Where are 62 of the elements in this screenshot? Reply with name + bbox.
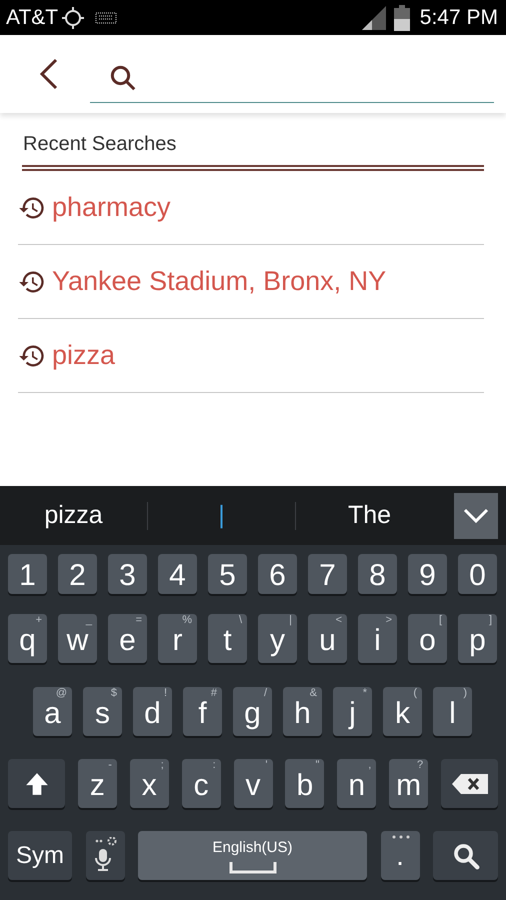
more-dots-icon: [390, 835, 410, 839]
space-key[interactable]: English(US): [138, 831, 367, 880]
keyboard-key[interactable]: | y: [258, 614, 297, 663]
keyboard-key[interactable]: \ t: [208, 614, 247, 663]
keyboard-key[interactable]: < u: [308, 614, 347, 663]
space-bar-icon: [228, 862, 276, 874]
keyboard-key[interactable]: ] p: [458, 614, 497, 663]
keyboard-key[interactable]: # f: [183, 687, 222, 736]
up-arrow-icon: [24, 770, 50, 796]
keyboard-key[interactable]: + q: [8, 614, 47, 663]
search-key[interactable]: [433, 831, 498, 880]
keyboard-key[interactable]: 1: [8, 554, 47, 594]
keyboard-key[interactable]: > i: [358, 614, 397, 663]
keyboard-key[interactable]: ; x: [130, 759, 169, 808]
keyboard-key[interactable]: [ o: [408, 614, 447, 663]
keyboard-key[interactable]: @ a: [33, 687, 72, 736]
keyboard-key[interactable]: 7: [308, 554, 347, 594]
keyboard-key[interactable]: - z: [78, 759, 117, 808]
section-title: Recent Searches: [22, 132, 178, 157]
keyboard-key[interactable]: " b: [285, 759, 324, 808]
keyboard-key[interactable]: 4: [158, 554, 197, 594]
keyboard-key[interactable]: ! d: [133, 687, 172, 736]
mic-key[interactable]: [86, 831, 124, 880]
backspace-key[interactable]: [441, 759, 498, 808]
keyboard-key[interactable]: 3: [108, 554, 147, 594]
keyboard-icon: [95, 12, 118, 24]
battery-icon: [394, 4, 410, 30]
keyboard-key[interactable]: / g: [233, 687, 272, 736]
keyboard-key[interactable]: 6: [258, 554, 297, 594]
keyboard-key[interactable]: $ s: [83, 687, 122, 736]
backspace-icon: [450, 772, 488, 794]
keyboard-key[interactable]: : c: [182, 759, 221, 808]
keyboard-key[interactable]: ? m: [389, 759, 428, 808]
keyboard-key[interactable]: ( k: [383, 687, 422, 736]
period-key[interactable]: .: [380, 831, 420, 880]
keyboard-key[interactable]: % r: [158, 614, 197, 663]
keyboard-key[interactable]: 5: [208, 554, 247, 594]
keyboard-key[interactable]: 9: [408, 554, 447, 594]
keyboard-key[interactable]: 2: [58, 554, 97, 594]
keyboard-key[interactable]: ) l: [433, 687, 472, 736]
keyboard-key[interactable]: & h: [283, 687, 322, 736]
keyboard-key[interactable]: * j: [333, 687, 372, 736]
sym-key[interactable]: Sym: [8, 831, 72, 880]
recent-search-item[interactable]: Yankee Stadium, Bronx, NY: [18, 245, 484, 319]
clock: 5:47 PM: [420, 4, 498, 31]
keyboard-key[interactable]: = e: [108, 614, 147, 663]
suggestion[interactable]: The: [296, 486, 443, 545]
keyboard-key[interactable]: 0: [458, 554, 497, 594]
keyboard-key[interactable]: 8: [358, 554, 397, 594]
suggestion[interactable]: |: [148, 486, 295, 545]
gps-icon: [61, 6, 86, 30]
carrier-name: AT&T: [6, 4, 58, 31]
keyboard-key[interactable]: _ w: [58, 614, 97, 663]
recent-search-item[interactable]: pizza: [18, 319, 484, 393]
signal-icon: [362, 6, 386, 30]
chevron-down-icon: [463, 508, 489, 524]
shift-key[interactable]: [8, 759, 65, 808]
keyboard-key[interactable]: , n: [337, 759, 376, 808]
suggestion[interactable]: pizza: [0, 486, 147, 545]
collapse-button[interactable]: [454, 492, 498, 538]
recent-search-item[interactable]: pharmacy: [18, 171, 484, 245]
keyboard-key[interactable]: ' v: [234, 759, 272, 808]
